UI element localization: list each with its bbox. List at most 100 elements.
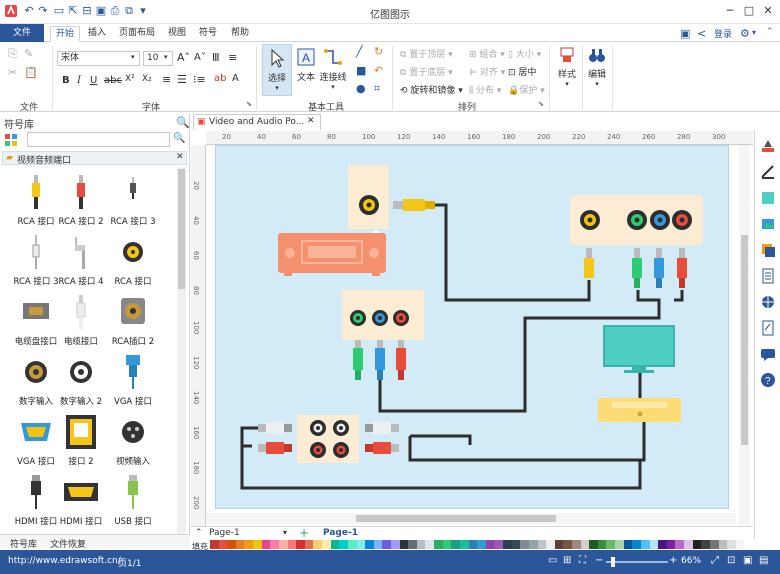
- dialog-launcher-icon[interactable]: ⬊: [246, 100, 252, 108]
- color-palette[interactable]: [210, 540, 754, 549]
- active-page-tab[interactable]: Page-1: [323, 528, 358, 538]
- size-button[interactable]: ▯ 大小 ▾: [508, 47, 541, 60]
- rotate-mirror-button[interactable]: ⟲ 旋转和镜像 ▾: [400, 83, 463, 96]
- collapse-ribbon-icon[interactable]: ⌃: [766, 27, 774, 37]
- fill-icon[interactable]: [760, 138, 776, 154]
- tab-file-recovery[interactable]: 文件恢复: [50, 537, 86, 550]
- help-icon[interactable]: ?: [760, 372, 776, 388]
- tab-help[interactable]: 帮助: [226, 26, 254, 42]
- video-input-symbol[interactable]: 视频输入: [105, 411, 161, 469]
- highlight-icon[interactable]: A: [232, 73, 239, 84]
- subscript-icon[interactable]: X₂: [142, 74, 152, 84]
- superscript-icon[interactable]: X²: [125, 74, 135, 84]
- minimize-button[interactable]: ─: [722, 4, 738, 18]
- library-search-input[interactable]: [27, 132, 170, 147]
- tab-view[interactable]: 视图: [163, 26, 191, 42]
- fit-window-icon[interactable]: ⊡: [727, 555, 735, 566]
- category-header[interactable]: ▰ 视频音频端口 ✕: [2, 151, 187, 166]
- shrink-font-icon[interactable]: A˅: [194, 52, 206, 63]
- font-size-select[interactable]: 10: [143, 51, 173, 66]
- document-tab[interactable]: ▣ Video and Audio Po... ✕: [193, 114, 321, 130]
- document-tab-close-icon[interactable]: ✕: [307, 116, 315, 126]
- library-search-button-icon[interactable]: 🔍: [173, 133, 185, 144]
- font-name-select[interactable]: 宋体: [57, 51, 140, 66]
- distribute-button[interactable]: ⫼ 分布 ▾: [469, 83, 501, 96]
- grow-font-icon[interactable]: A˄: [177, 51, 190, 64]
- rca-socket-2-symbol[interactable]: RCA插口 2: [105, 291, 161, 349]
- vga-jack-symbol[interactable]: VGA 接口: [105, 351, 161, 409]
- bullets-icon[interactable]: ≡: [228, 51, 237, 64]
- paste-icon[interactable]: 📋: [24, 66, 38, 79]
- arc-icon[interactable]: ↻: [374, 45, 383, 58]
- connector-tool-button[interactable]: 连接线 ▾: [318, 44, 348, 96]
- rca-jack-3-symbol[interactable]: RCA 接口 3: [105, 171, 161, 229]
- note-icon[interactable]: [760, 320, 776, 336]
- page-tab-dropdown-icon[interactable]: ▾: [283, 528, 287, 537]
- cut-icon[interactable]: ✂: [8, 66, 17, 79]
- library-grid-icon[interactable]: [4, 133, 18, 147]
- rectangle-icon[interactable]: ■: [356, 64, 366, 77]
- line-style-icon[interactable]: [760, 164, 776, 180]
- copy-icon[interactable]: ⎘: [8, 47, 17, 61]
- page-icon[interactable]: [760, 268, 776, 284]
- edit-button[interactable]: 编辑 ▾: [585, 46, 609, 98]
- grid-view-icon[interactable]: ⊞: [563, 555, 571, 566]
- fit-width-icon[interactable]: ⤢: [711, 555, 719, 566]
- website-link[interactable]: http://www.edrawsoft.cn/: [8, 556, 121, 566]
- style-button[interactable]: 样式 ▾: [555, 46, 579, 98]
- page-nav-icon[interactable]: ⌃: [195, 528, 203, 538]
- library-search-icon[interactable]: 🔍: [176, 116, 190, 129]
- usb-jack-symbol[interactable]: USB 接口: [105, 471, 161, 529]
- align-icon[interactable]: ≡: [162, 73, 171, 86]
- send-back-button[interactable]: ⧉ 置于底层 ▾: [400, 65, 453, 78]
- fullscreen-icon[interactable]: ⛶: [579, 555, 586, 566]
- globe-icon[interactable]: [760, 294, 776, 310]
- chevron-down-icon[interactable]: ▾: [164, 53, 168, 61]
- zoom-out-icon[interactable]: −: [595, 555, 603, 566]
- bullet-list-icon[interactable]: ⁝≡: [193, 73, 206, 86]
- tab-home[interactable]: 开始: [50, 26, 81, 42]
- strikethrough-icon[interactable]: abc: [104, 75, 122, 86]
- presentation-icon[interactable]: ▣: [743, 555, 752, 566]
- login-link[interactable]: 登录: [714, 27, 732, 40]
- format-painter-icon[interactable]: ✎: [24, 47, 33, 60]
- image-icon[interactable]: ▣: [680, 27, 690, 40]
- tab-page-layout[interactable]: 页面布局: [114, 26, 160, 42]
- line-icon[interactable]: ╱: [356, 45, 363, 58]
- category-close-icon[interactable]: ✕: [176, 152, 184, 162]
- crop-icon[interactable]: ⌗: [374, 82, 380, 96]
- picture-icon[interactable]: [760, 216, 776, 232]
- tab-library[interactable]: 符号库: [10, 537, 37, 550]
- bold-icon[interactable]: B: [62, 75, 70, 86]
- page-tab-1[interactable]: Page-1: [209, 528, 240, 538]
- zoom-in-icon[interactable]: +: [669, 555, 677, 566]
- list-icon[interactable]: ☰: [177, 73, 187, 86]
- share-link-icon[interactable]: <: [697, 27, 706, 40]
- horizontal-scrollbar[interactable]: [206, 513, 736, 524]
- library-scrollbar[interactable]: [177, 167, 186, 539]
- tab-file[interactable]: 文件: [0, 24, 44, 42]
- panel-toggle-icon[interactable]: ▤: [759, 555, 768, 566]
- text-style-icon[interactable]: Ⅲ: [212, 51, 220, 64]
- close-button[interactable]: ✕: [760, 4, 776, 18]
- tab-insert[interactable]: 插入: [83, 26, 111, 42]
- bring-front-button[interactable]: ⧉ 置于顶层 ▾: [400, 47, 453, 60]
- group-button[interactable]: ⊞ 组合 ▾: [469, 47, 505, 60]
- text-tool-button[interactable]: A 文本: [294, 44, 318, 96]
- font-color-icon[interactable]: ab: [214, 73, 226, 84]
- fit-page-icon[interactable]: ▭: [548, 555, 557, 566]
- align-button[interactable]: ⊫ 对齐 ▾: [469, 65, 505, 78]
- comment-icon[interactable]: [760, 346, 776, 362]
- rca-jack-b-symbol[interactable]: RCA 接口: [105, 231, 161, 289]
- protect-button[interactable]: 🔒保护 ▾: [508, 83, 545, 96]
- settings-dropdown-icon[interactable]: ▾: [752, 28, 756, 37]
- maximize-button[interactable]: □: [741, 4, 757, 18]
- vertical-scrollbar[interactable]: [739, 145, 750, 525]
- zoom-slider[interactable]: [606, 557, 668, 567]
- color-swatch[interactable]: [744, 540, 754, 549]
- settings-icon[interactable]: ⚙: [740, 27, 750, 40]
- shadow-icon[interactable]: [760, 190, 776, 206]
- dialog-launcher-icon[interactable]: ⬊: [538, 100, 544, 108]
- italic-icon[interactable]: I: [77, 75, 81, 86]
- chevron-down-icon[interactable]: ▾: [131, 53, 135, 61]
